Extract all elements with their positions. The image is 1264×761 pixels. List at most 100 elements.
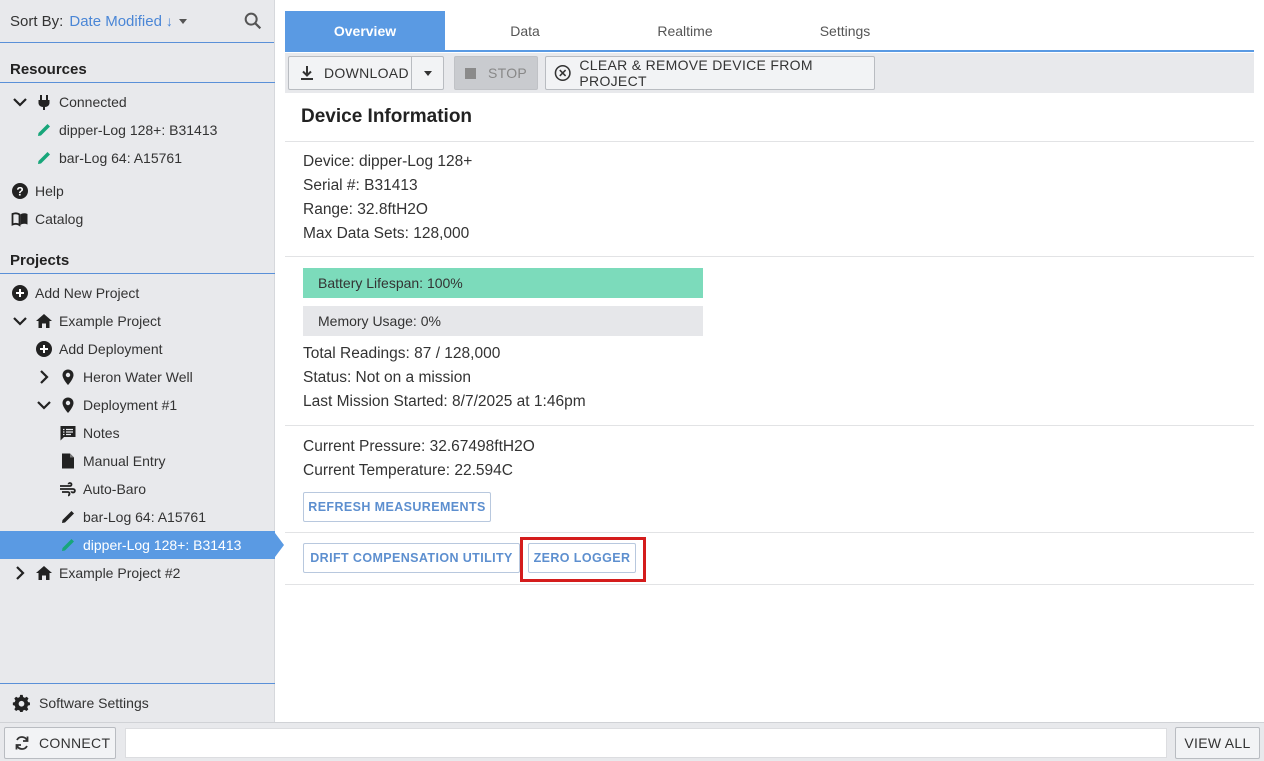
connect-button[interactable]: CONNECT [4, 727, 116, 759]
chevron-down-icon[interactable] [11, 312, 29, 330]
notes-icon [60, 426, 76, 441]
page-title: Device Information [285, 93, 1254, 142]
download-label: DOWNLOAD [324, 65, 409, 81]
chevron-down-icon[interactable] [35, 396, 53, 414]
home-icon [36, 566, 52, 580]
tree-item-manual-entry[interactable]: Manual Entry [0, 447, 275, 475]
connected-label: Connected [59, 94, 127, 110]
tree-item-example-project[interactable]: Example Project [0, 307, 275, 335]
search-icon[interactable] [242, 10, 264, 32]
pencil-icon [62, 539, 74, 551]
connect-label: CONNECT [39, 735, 111, 751]
sort-dropdown-icon[interactable] [175, 13, 191, 29]
book-icon [11, 212, 28, 227]
last-mission-started: Last Mission Started: 8/7/2025 at 1:46pm [303, 393, 586, 410]
device-serial: Serial #: B31413 [303, 177, 418, 194]
svg-text:?: ? [16, 185, 23, 199]
status-message-field [125, 728, 1167, 758]
software-settings-label: Software Settings [39, 695, 149, 711]
tab-overview[interactable]: Overview [285, 11, 445, 50]
catalog-label: Catalog [35, 211, 84, 227]
tab-bar: Overview Data Realtime Settings [285, 11, 1254, 52]
stop-icon [465, 67, 476, 79]
utility-actions: DRIFT COMPENSATION UTILITY ZERO LOGGER [285, 533, 1254, 585]
add-deployment-label: Add Deployment [59, 341, 163, 357]
add-circle-icon [36, 341, 52, 357]
battery-label: Battery Lifespan: 100% [318, 275, 463, 291]
chevron-right-icon[interactable] [35, 368, 53, 386]
example-project-2-label: Example Project #2 [59, 565, 181, 581]
sort-label: Sort By: [10, 12, 64, 30]
current-pressure: Current Pressure: 32.67498ftH2O [303, 438, 535, 455]
clear-remove-label: CLEAR & REMOVE DEVICE FROM PROJECT [579, 57, 813, 89]
help-icon: ? [12, 183, 28, 199]
device-range: Range: 32.8ftH2O [303, 201, 428, 218]
projects-title: Projects [0, 248, 275, 274]
tree-item-connected-device[interactable]: bar-Log 64: A15761 [0, 144, 275, 172]
location-pin-icon [62, 397, 74, 413]
chevron-right-icon[interactable] [11, 564, 29, 582]
download-dropdown-button[interactable] [412, 56, 444, 90]
auto-baro-label: Auto-Baro [83, 481, 147, 497]
sort-bar: Sort By: Date Modified ↓ [0, 0, 274, 43]
tree-item-dipperlog[interactable]: dipper-Log 128+: B31413 [0, 531, 275, 559]
caret-down-icon [423, 71, 432, 76]
plug-icon [38, 95, 50, 110]
battery-meter: Battery Lifespan: 100% [303, 268, 703, 298]
active-item-arrow [275, 533, 284, 557]
memory-label: Memory Usage: 0% [318, 313, 441, 329]
document-icon [62, 453, 74, 469]
manual-entry-label: Manual Entry [83, 453, 166, 469]
dipperlog-label: dipper-Log 128+: B31413 [83, 537, 242, 553]
sort-value[interactable]: Date Modified [69, 13, 162, 30]
example-project-label: Example Project [59, 313, 161, 329]
software-settings-button[interactable]: Software Settings [0, 683, 275, 722]
tree-item-notes[interactable]: Notes [0, 419, 275, 447]
add-circle-icon [12, 285, 28, 301]
view-all-button[interactable]: VIEW ALL [1175, 727, 1260, 759]
pencil-icon [38, 124, 50, 136]
sidebar-item-add-new-project[interactable]: Add New Project [0, 279, 275, 307]
drift-compensation-button[interactable]: DRIFT COMPENSATION UTILITY [303, 543, 520, 573]
heron-water-well-label: Heron Water Well [83, 369, 193, 385]
refresh-measurements-button[interactable]: REFRESH MEASUREMENTS [303, 492, 491, 522]
resources-title: Resources [0, 57, 275, 83]
location-pin-icon [62, 369, 74, 385]
close-circle-icon [554, 64, 571, 82]
tab-data[interactable]: Data [445, 11, 605, 50]
tree-item-barlog[interactable]: bar-Log 64: A15761 [0, 503, 275, 531]
tree-item-auto-baro[interactable]: Auto-Baro [0, 475, 275, 503]
tree-item-example-project-2[interactable]: Example Project #2 [0, 559, 275, 587]
mission-status: Status: Not on a mission [303, 369, 471, 386]
stop-button[interactable]: STOP [454, 56, 538, 90]
sort-direction-icon[interactable]: ↓ [166, 13, 173, 29]
pencil-icon [38, 152, 50, 164]
sidebar-item-catalog[interactable]: Catalog [0, 205, 275, 233]
total-readings: Total Readings: 87 / 128,000 [303, 345, 501, 362]
notes-label: Notes [83, 425, 120, 441]
pencil-icon [62, 511, 74, 523]
download-button[interactable]: DOWNLOAD [288, 56, 412, 90]
tab-realtime[interactable]: Realtime [605, 11, 765, 50]
current-temperature: Current Temperature: 22.594C [303, 462, 513, 479]
download-icon [301, 66, 313, 80]
memory-meter: Memory Usage: 0% [303, 306, 703, 336]
device-overview: Device Information Device: dipper-Log 12… [285, 93, 1254, 585]
clear-remove-device-button[interactable]: CLEAR & REMOVE DEVICE FROM PROJECT [545, 56, 875, 90]
wind-icon [60, 482, 76, 497]
tree-item-connected[interactable]: Connected [0, 88, 275, 116]
tab-settings[interactable]: Settings [765, 11, 925, 50]
current-measurements: Current Pressure: 32.67498ftH2O Current … [285, 426, 1254, 533]
gear-icon [12, 694, 30, 712]
connected-device-label: bar-Log 64: A15761 [59, 150, 182, 166]
device-specs: Device: dipper-Log 128+ Serial #: B31413… [285, 142, 1254, 257]
chevron-down-icon[interactable] [11, 93, 29, 111]
device-max-data-sets: Max Data Sets: 128,000 [303, 225, 470, 242]
tree-item-heron-water-well[interactable]: Heron Water Well [0, 363, 275, 391]
tree-item-deployment-1[interactable]: Deployment #1 [0, 391, 275, 419]
tree-item-connected-device[interactable]: dipper-Log 128+: B31413 [0, 116, 275, 144]
tree-item-add-deployment[interactable]: Add Deployment [0, 335, 275, 363]
device-status: Battery Lifespan: 100% Memory Usage: 0% … [285, 257, 1254, 426]
deployment-1-label: Deployment #1 [83, 397, 178, 413]
sidebar-item-help[interactable]: ? Help [0, 177, 275, 205]
